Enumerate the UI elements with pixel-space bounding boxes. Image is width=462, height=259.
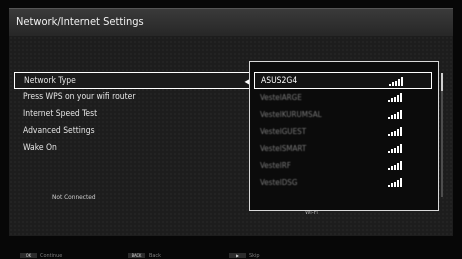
signal-strength-icon bbox=[388, 161, 402, 170]
network-item[interactable]: VestelRF bbox=[254, 157, 432, 174]
continue-hint: Continue bbox=[40, 253, 63, 259]
menu-item-label: Press WPS on your wifi router bbox=[23, 92, 136, 102]
wifi-network-list: ASUS2G4 VestelARGE VestelKURUMSAL Vestel… bbox=[254, 72, 432, 191]
network-name: VestelGUEST bbox=[260, 127, 307, 136]
network-item[interactable]: VestelGUEST bbox=[254, 123, 432, 140]
network-item[interactable]: VestelDSG bbox=[254, 174, 432, 191]
menu-item-label: Advanced Settings bbox=[23, 126, 95, 136]
back-key-icon: BACK bbox=[128, 253, 145, 258]
network-name: VestelSMART bbox=[260, 144, 307, 153]
signal-strength-icon bbox=[388, 110, 402, 119]
network-settings-menu: Network Type ◀ Press WPS on your wifi ro… bbox=[14, 72, 254, 157]
back-hint: Back bbox=[149, 253, 162, 259]
signal-strength-icon bbox=[389, 77, 403, 86]
network-item[interactable]: VestelSMART bbox=[254, 140, 432, 157]
network-name: VestelDSG bbox=[260, 178, 298, 187]
menu-item-advanced-settings[interactable]: Advanced Settings bbox=[14, 123, 254, 140]
connection-status: Not Connected bbox=[52, 193, 96, 201]
menu-item-wake-on[interactable]: Wake On bbox=[14, 140, 254, 157]
wifi-network-list-panel: ASUS2G4 VestelARGE VestelKURUMSAL Vestel… bbox=[249, 61, 443, 211]
signal-strength-icon bbox=[388, 93, 402, 102]
network-item[interactable]: VestelARGE bbox=[254, 89, 432, 106]
signal-strength-icon bbox=[388, 144, 402, 153]
network-item[interactable]: VestelKURUMSAL bbox=[254, 106, 432, 123]
network-name: ASUS2G4 bbox=[261, 76, 298, 86]
title-bar: Network/Internet Settings bbox=[9, 8, 453, 37]
ok-key-icon: OK bbox=[20, 253, 37, 258]
footer-hints: OK Continue BACK Back ▶ Skip bbox=[0, 248, 462, 259]
skip-hint: Skip bbox=[249, 253, 260, 259]
signal-strength-icon bbox=[388, 127, 402, 136]
menu-item-wps[interactable]: Press WPS on your wifi router bbox=[14, 89, 254, 106]
page-title: Network/Internet Settings bbox=[16, 15, 144, 28]
menu-item-label: Network Type bbox=[24, 76, 76, 86]
menu-item-network-type[interactable]: Network Type ◀ bbox=[14, 72, 254, 89]
list-scrollbar[interactable] bbox=[441, 73, 443, 197]
menu-item-label: Internet Speed Test bbox=[23, 109, 98, 119]
signal-strength-icon bbox=[388, 178, 402, 187]
skip-key-icon: ▶ bbox=[229, 253, 246, 258]
network-name: VestelKURUMSAL bbox=[260, 110, 322, 119]
menu-item-speed-test[interactable]: Internet Speed Test bbox=[14, 106, 254, 123]
menu-item-label: Wake On bbox=[23, 143, 57, 153]
network-name: VestelARGE bbox=[260, 93, 302, 102]
scrollbar-thumb[interactable] bbox=[441, 73, 443, 91]
network-name: VestelRF bbox=[260, 161, 291, 170]
network-item-selected[interactable]: ASUS2G4 bbox=[254, 72, 432, 89]
